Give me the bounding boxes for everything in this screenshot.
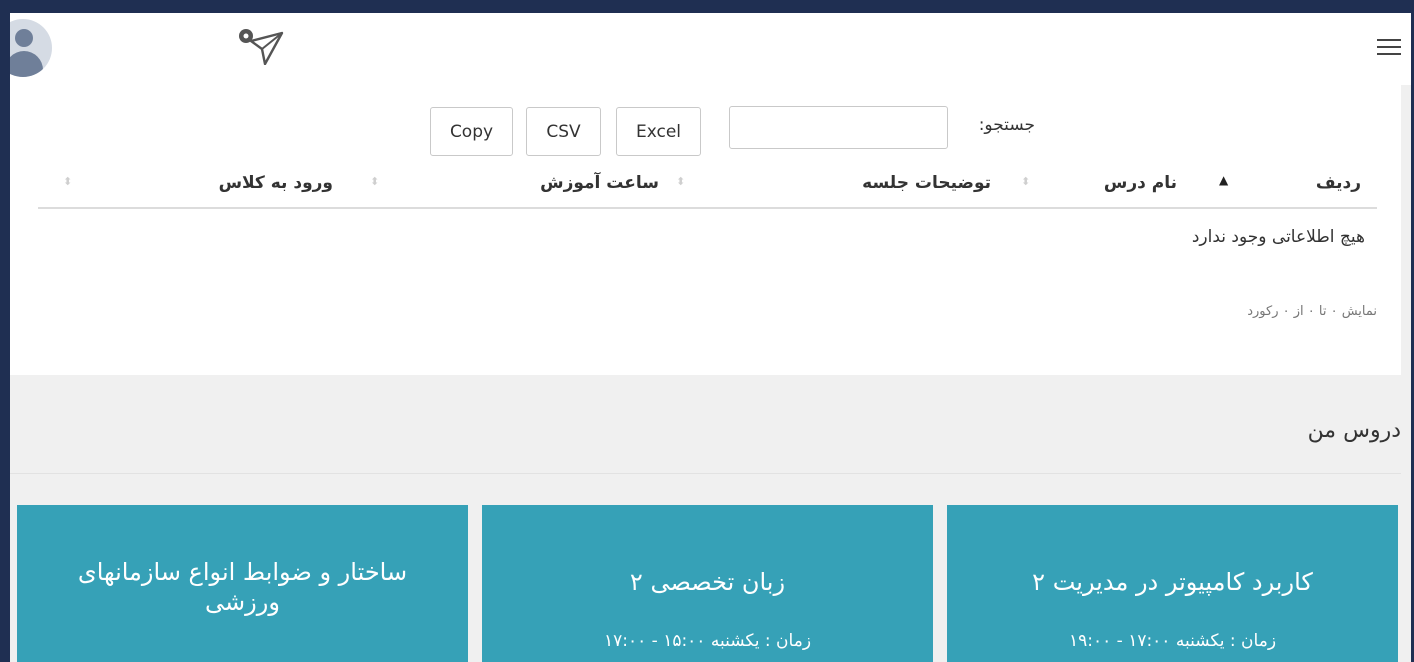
course-card[interactable]: کاربرد کامپیوتر در مدیریت ۲ زمان : یکشنب…: [947, 505, 1398, 662]
section-divider: [10, 473, 1401, 474]
top-bar: [10, 13, 1411, 85]
column-header-enter-class[interactable]: ورود به کلاس: [219, 173, 333, 193]
column-header-course-name[interactable]: نام درس: [1104, 173, 1177, 193]
my-courses-title: دروس من: [1307, 418, 1401, 443]
csv-export-button[interactable]: CSV: [526, 107, 601, 156]
course-time: زمان : یکشنبه ۱۵:۰۰ - ۱۷:۰۰: [603, 631, 812, 651]
hamburger-menu-icon[interactable]: [1377, 39, 1401, 59]
course-card[interactable]: ساختار و ضوابط انواع سازمانهای ورزشی: [17, 505, 468, 662]
window-frame-top: [0, 0, 1414, 13]
sort-icon[interactable]: ⬍: [370, 175, 379, 188]
sort-icon[interactable]: ⬍: [676, 175, 685, 188]
course-time: زمان : یکشنبه ۱۷:۰۰ - ۱۹:۰۰: [1068, 631, 1277, 651]
sort-icon[interactable]: ⬍: [63, 175, 72, 188]
column-header-row-number[interactable]: ردیف: [1316, 173, 1361, 193]
column-header-training-hours[interactable]: ساعت آموزش: [540, 173, 659, 193]
course-name: زبان تخصصی ۲: [629, 568, 786, 596]
window-frame-left: [0, 0, 10, 662]
sort-asc-icon[interactable]: ▲: [1219, 173, 1228, 187]
course-name: ساختار و ضوابط انواع سازمانهای ورزشی: [77, 558, 408, 616]
page: جستجو: Excel CSV Copy ردیف ▲ نام درس ⬍ ت…: [10, 13, 1411, 662]
excel-export-button[interactable]: Excel: [616, 107, 701, 156]
table-header-divider: [38, 207, 1377, 209]
sort-icon[interactable]: ⬍: [1021, 175, 1030, 188]
course-name: کاربرد کامپیوتر در مدیریت ۲: [1032, 568, 1313, 596]
search-label: جستجو:: [978, 115, 1035, 135]
course-card[interactable]: زبان تخصصی ۲ زمان : یکشنبه ۱۵:۰۰ - ۱۷:۰۰: [482, 505, 933, 662]
user-avatar-icon[interactable]: [10, 19, 52, 77]
copy-button[interactable]: Copy: [430, 107, 513, 156]
search-input[interactable]: [729, 106, 948, 149]
send-paper-plane-icon[interactable]: [235, 25, 285, 65]
sessions-table-card: جستجو: Excel CSV Copy ردیف ▲ نام درس ⬍ ت…: [10, 85, 1401, 375]
table-empty-message: هیچ اطلاعاتی وجود ندارد: [1191, 227, 1365, 247]
table-info: نمایش ۰ تا ۰ از ۰ رکورد: [1247, 304, 1377, 319]
column-header-session-description[interactable]: توضیحات جلسه: [862, 173, 991, 193]
